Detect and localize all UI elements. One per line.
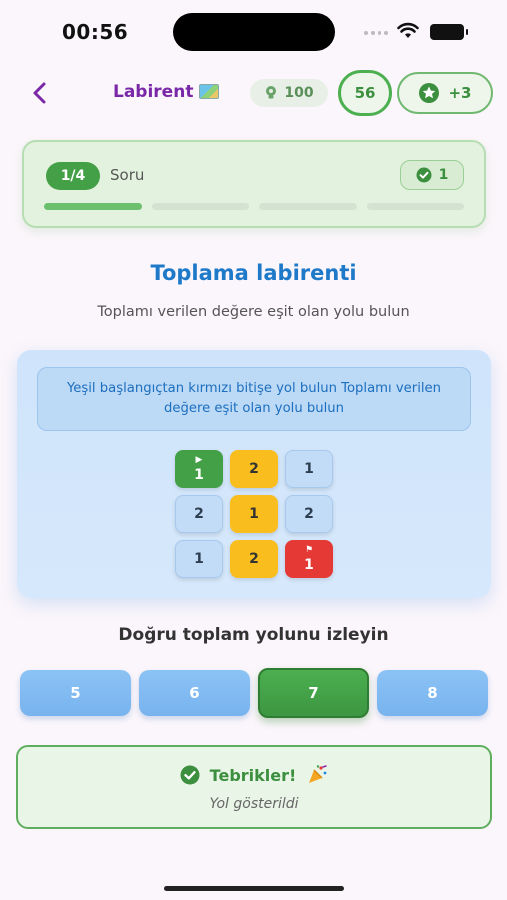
maze-cell-normal[interactable]: 2 xyxy=(175,495,223,533)
maze-cell-value: 2 xyxy=(249,461,259,477)
progress-card: 1/4 Soru 1 xyxy=(22,140,486,228)
maze-cell-path[interactable]: 1 xyxy=(230,495,278,533)
answer-option-button[interactable]: 6 xyxy=(139,670,250,716)
maze-cell-normal[interactable]: 2 xyxy=(285,495,333,533)
stars-value: +3 xyxy=(448,84,472,102)
lightbulb-icon xyxy=(266,86,277,99)
puzzle-title: Toplama labirenti xyxy=(150,261,357,285)
maze-cell-normal[interactable]: 1 xyxy=(175,540,223,578)
coins-value: 100 xyxy=(284,85,314,101)
maze-cell-value: 1 xyxy=(194,551,204,567)
maze-cell-value: 2 xyxy=(304,506,314,522)
maze-cell-start[interactable]: ▶ 1 xyxy=(175,450,223,488)
correct-count-value: 1 xyxy=(438,167,449,183)
maze-cell-value: 2 xyxy=(194,506,204,522)
page-title: Labirent xyxy=(113,82,220,102)
answer-option-button[interactable]: 5 xyxy=(20,670,131,716)
maze-cell-end[interactable]: ⚑ 1 xyxy=(285,540,333,578)
maze-cell-value: 1 xyxy=(249,506,259,522)
maze-cell-path[interactable]: 2 xyxy=(230,540,278,578)
maze-cell-value: 1 xyxy=(194,466,204,483)
check-circle-icon xyxy=(416,167,432,183)
party-popper-icon xyxy=(309,765,328,783)
coins-badge: 100 xyxy=(250,79,328,107)
instruction-box: Yeşil başlangıçtan kırmızı bitişe yol bu… xyxy=(37,367,471,431)
back-button[interactable] xyxy=(24,78,54,108)
question-label: Soru xyxy=(110,166,145,184)
maze-cell-value: 1 xyxy=(304,461,314,477)
status-time: 00:56 xyxy=(62,20,129,44)
page-title-text: Labirent xyxy=(113,82,194,102)
maze-cell-path[interactable]: 2 xyxy=(230,450,278,488)
progress-segment xyxy=(366,203,464,210)
maze-cell-value: 2 xyxy=(249,551,259,567)
puzzle-card: Yeşil başlangıçtan kırmızı bitişe yol bu… xyxy=(17,350,491,598)
maze-grid: ▶ 1 2 1 2 1 2 1 2 ⚑ 1 xyxy=(175,450,333,580)
dynamic-island xyxy=(173,13,335,51)
check-circle-icon xyxy=(180,765,200,785)
correct-count-badge: 1 xyxy=(400,160,464,190)
map-icon xyxy=(199,84,220,99)
answer-option-button[interactable]: 7 xyxy=(258,668,369,718)
maze-cell-normal[interactable]: 1 xyxy=(285,450,333,488)
question-text: Doğru toplam yolunu izleyin xyxy=(118,625,389,645)
stars-badge: +3 xyxy=(397,72,493,114)
progress-segment xyxy=(44,203,142,210)
success-panel: Tebrikler! Yol gösterildi xyxy=(16,745,492,829)
timer-value: 56 xyxy=(354,84,376,102)
wifi-icon xyxy=(397,22,419,38)
success-title-text: Tebrikler! xyxy=(209,765,297,785)
timer-badge: 56 xyxy=(338,70,392,116)
battery-icon xyxy=(430,24,468,40)
play-icon: ▶ xyxy=(195,454,203,465)
puzzle-subtitle: Toplamı verilen değere eşit olan yolu bu… xyxy=(97,304,410,320)
success-title: Tebrikler! xyxy=(18,764,490,786)
answer-option-button[interactable]: 8 xyxy=(377,670,488,716)
success-subtitle: Yol gösterildi xyxy=(209,796,299,812)
status-bar: 00:56 xyxy=(0,0,507,64)
star-icon xyxy=(419,83,440,103)
answer-options: 5678 xyxy=(20,668,488,718)
question-number-badge: 1/4 xyxy=(46,162,100,190)
progress-segment xyxy=(151,203,249,210)
flag-icon: ⚑ xyxy=(304,544,314,555)
chevron-left-icon xyxy=(33,82,46,104)
maze-cell-value: 1 xyxy=(304,556,314,573)
progress-bar xyxy=(44,203,464,211)
progress-segment xyxy=(259,203,357,210)
home-indicator xyxy=(164,886,344,891)
signal-icon xyxy=(364,31,388,37)
